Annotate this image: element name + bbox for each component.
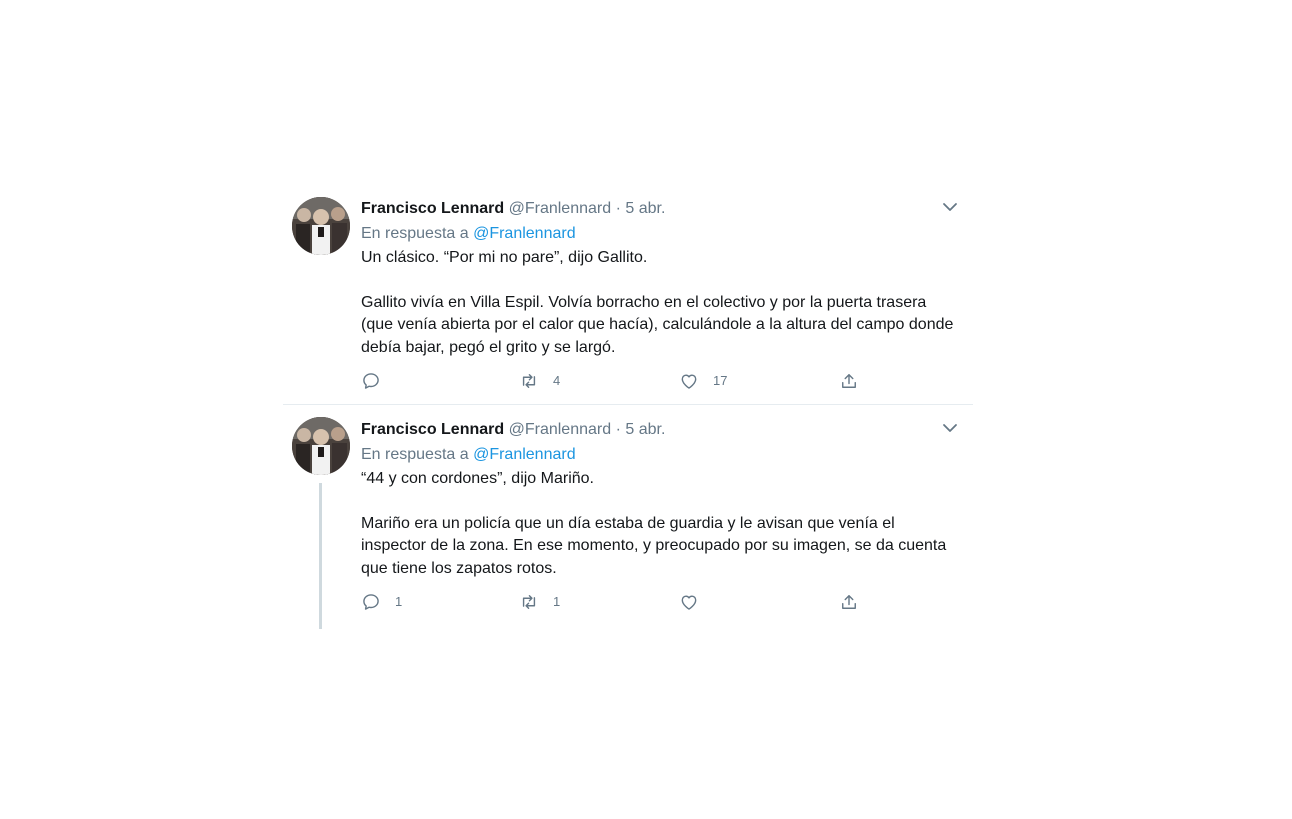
author-handle[interactable]: @Franlennard	[509, 421, 612, 438]
like-button[interactable]: 17	[679, 369, 727, 393]
share-button[interactable]	[839, 590, 859, 614]
tweet-text: Un clásico. “Por mi no pare”, dijo Galli…	[361, 247, 961, 359]
reply-prefix: En respuesta a	[361, 446, 469, 463]
author-handle[interactable]: @Franlennard	[509, 200, 612, 217]
tweet-actions: 4 17	[361, 369, 901, 393]
page: Francisco Lennard @Franlennard · 5 abr. …	[0, 0, 1292, 819]
avatar-photo	[292, 197, 350, 255]
tweet[interactable]: Francisco Lennard @Franlennard · 5 abr. …	[283, 184, 973, 404]
chevron-down-icon[interactable]	[941, 419, 959, 437]
reply-button[interactable]: 1	[361, 590, 402, 614]
tweet-actions: 1 1	[361, 590, 901, 614]
like-count: 17	[713, 373, 728, 388]
tweet-content: Francisco Lennard @Franlennard · 5 abr. …	[361, 198, 961, 359]
retweet-count: 1	[553, 594, 561, 609]
reply-icon	[363, 373, 379, 389]
chevron-down-icon[interactable]	[941, 198, 959, 216]
tweet-paragraph: Un clásico. “Por mi no pare”, dijo Galli…	[361, 249, 648, 266]
share-icon	[842, 374, 856, 388]
tweet-thread: Francisco Lennard @Franlennard · 5 abr. …	[283, 184, 973, 629]
heart-icon	[681, 595, 697, 610]
tweet-date[interactable]: 5 abr.	[625, 421, 665, 438]
reply-mention-link[interactable]: @Franlennard	[473, 225, 576, 242]
tweet[interactable]: Francisco Lennard @Franlennard · 5 abr. …	[283, 404, 973, 629]
avatar-photo	[292, 417, 350, 475]
heart-icon	[681, 374, 697, 389]
reply-count: 1	[395, 594, 403, 609]
tweet-paragraph: Mariño era un policía que un día estaba …	[361, 514, 947, 577]
reply-mention-link[interactable]: @Franlennard	[473, 446, 576, 463]
tweet-content: Francisco Lennard @Franlennard · 5 abr. …	[361, 419, 961, 580]
reply-context: En respuesta a @Franlennard	[361, 223, 961, 245]
reply-prefix: En respuesta a	[361, 225, 469, 242]
avatar[interactable]	[292, 417, 350, 475]
reply-context: En respuesta a @Franlennard	[361, 444, 961, 466]
separator-dot: ·	[615, 421, 621, 438]
avatar[interactable]	[292, 197, 350, 255]
reply-button[interactable]	[361, 369, 395, 393]
retweet-count: 4	[553, 373, 561, 388]
share-icon	[842, 595, 856, 609]
tweet-header: Francisco Lennard @Franlennard · 5 abr.	[361, 198, 961, 220]
retweet-icon	[522, 595, 536, 609]
author-name[interactable]: Francisco Lennard	[361, 421, 504, 438]
like-button[interactable]	[679, 590, 713, 614]
tweet-text: “44 y con cordones”, dijo Mariño. Mariño…	[361, 468, 961, 580]
tweet-paragraph: “44 y con cordones”, dijo Mariño.	[361, 470, 594, 487]
retweet-button[interactable]: 1	[519, 590, 560, 614]
tweet-date[interactable]: 5 abr.	[625, 200, 665, 217]
reply-icon	[363, 594, 379, 610]
retweet-icon	[522, 374, 536, 388]
author-name[interactable]: Francisco Lennard	[361, 200, 504, 217]
tweet-paragraph: Gallito vivía en Villa Espil. Volvía bor…	[361, 293, 954, 356]
retweet-button[interactable]: 4	[519, 369, 560, 393]
tweet-header: Francisco Lennard @Franlennard · 5 abr.	[361, 419, 961, 441]
thread-connector-line	[319, 483, 322, 629]
separator-dot: ·	[615, 200, 621, 217]
share-button[interactable]	[839, 369, 859, 393]
